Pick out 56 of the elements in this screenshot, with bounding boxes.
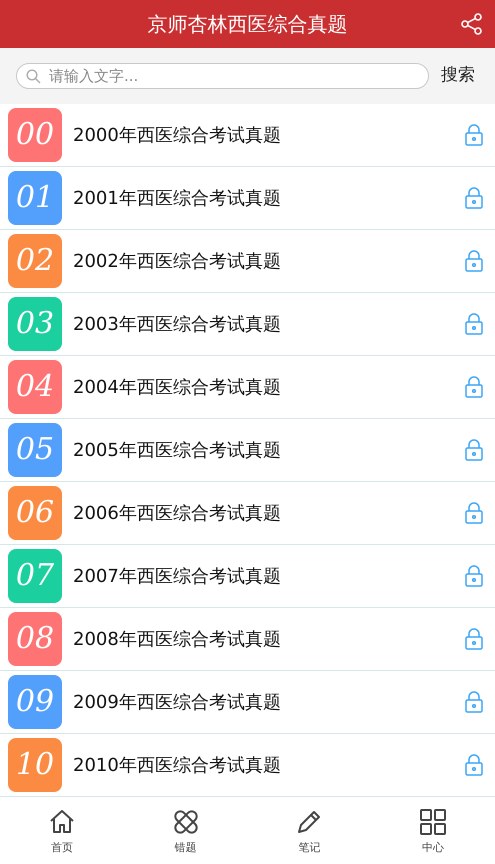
exam-list-item[interactable]: 07 2007年西医综合考试真题 bbox=[0, 545, 495, 608]
lock-icon bbox=[465, 628, 483, 650]
lock-icon bbox=[465, 754, 483, 776]
exam-list-item[interactable]: 00 2000年西医综合考试真题 bbox=[0, 104, 495, 167]
exam-list-item[interactable]: 03 2003年西医综合考试真题 bbox=[0, 293, 495, 356]
lock-icon bbox=[465, 313, 483, 335]
number-badge: 05 bbox=[8, 423, 62, 477]
exam-title: 2007年西医综合考试真题 bbox=[73, 564, 282, 588]
exam-title: 2005年西医综合考试真题 bbox=[73, 438, 282, 462]
search-button[interactable]: 搜索 bbox=[437, 63, 479, 89]
grid-icon bbox=[419, 808, 448, 836]
bandage-icon bbox=[172, 808, 200, 836]
exam-title: 2002年西医综合考试真题 bbox=[73, 250, 282, 274]
number-badge: 01 bbox=[8, 171, 62, 225]
number-badge: 06 bbox=[8, 486, 62, 540]
lock-icon bbox=[465, 124, 483, 146]
exam-title: 2000年西医综合考试真题 bbox=[73, 124, 282, 148]
lock-icon bbox=[465, 376, 483, 398]
app-title: 京师杏林西医综合真题 bbox=[148, 11, 348, 38]
number-badge: 02 bbox=[8, 234, 62, 288]
exam-list-item[interactable]: 08 2008年西医综合考试真题 bbox=[0, 608, 495, 671]
exam-list-item[interactable]: 02 2002年西医综合考试真题 bbox=[0, 230, 495, 293]
number-badge: 07 bbox=[8, 549, 62, 603]
exam-title: 2004年西医综合考试真题 bbox=[73, 376, 282, 400]
home-icon bbox=[48, 808, 76, 836]
exam-title: 2010年西医综合考试真题 bbox=[73, 754, 282, 778]
lock-icon bbox=[465, 691, 483, 713]
lock-icon bbox=[465, 439, 483, 461]
number-badge: 04 bbox=[8, 360, 62, 414]
exam-title: 2001年西医综合考试真题 bbox=[73, 186, 282, 210]
lock-icon bbox=[465, 187, 483, 209]
number-badge: 08 bbox=[8, 612, 62, 666]
exam-title: 2008年西医综合考试真题 bbox=[73, 628, 282, 652]
search-icon bbox=[26, 69, 41, 84]
search-field[interactable]: 请输入文字... bbox=[16, 63, 429, 89]
number-badge: 09 bbox=[8, 675, 62, 729]
lock-icon bbox=[465, 502, 483, 524]
exam-title: 2006年西医综合考试真题 bbox=[73, 502, 282, 526]
tab-button[interactable]: 错题 bbox=[124, 800, 248, 864]
exam-list-item[interactable]: 01 2001年西医综合考试真题 bbox=[0, 167, 495, 230]
share-icon[interactable] bbox=[461, 13, 483, 35]
tab-button[interactable]: 笔记 bbox=[248, 800, 372, 864]
exam-list-item[interactable]: 10 2010年西医综合考试真题 bbox=[0, 734, 495, 797]
exam-title: 2009年西医综合考试真题 bbox=[73, 690, 282, 714]
lock-icon bbox=[465, 565, 483, 587]
exam-title: 2003年西医综合考试真题 bbox=[73, 312, 282, 336]
exam-list-item[interactable]: 09 2009年西医综合考试真题 bbox=[0, 671, 495, 734]
exam-list-item[interactable]: 04 2004年西医综合考试真题 bbox=[0, 356, 495, 419]
exam-list-item[interactable]: 05 2005年西医综合考试真题 bbox=[0, 419, 495, 482]
number-badge: 03 bbox=[8, 297, 62, 351]
number-badge: 00 bbox=[8, 108, 62, 162]
tab-button[interactable]: 中心 bbox=[371, 800, 495, 864]
number-badge: 10 bbox=[8, 738, 62, 792]
lock-icon bbox=[465, 250, 483, 272]
exam-list-item[interactable]: 06 2006年西医综合考试真题 bbox=[0, 482, 495, 545]
tab-button[interactable]: 首页 bbox=[0, 800, 124, 864]
